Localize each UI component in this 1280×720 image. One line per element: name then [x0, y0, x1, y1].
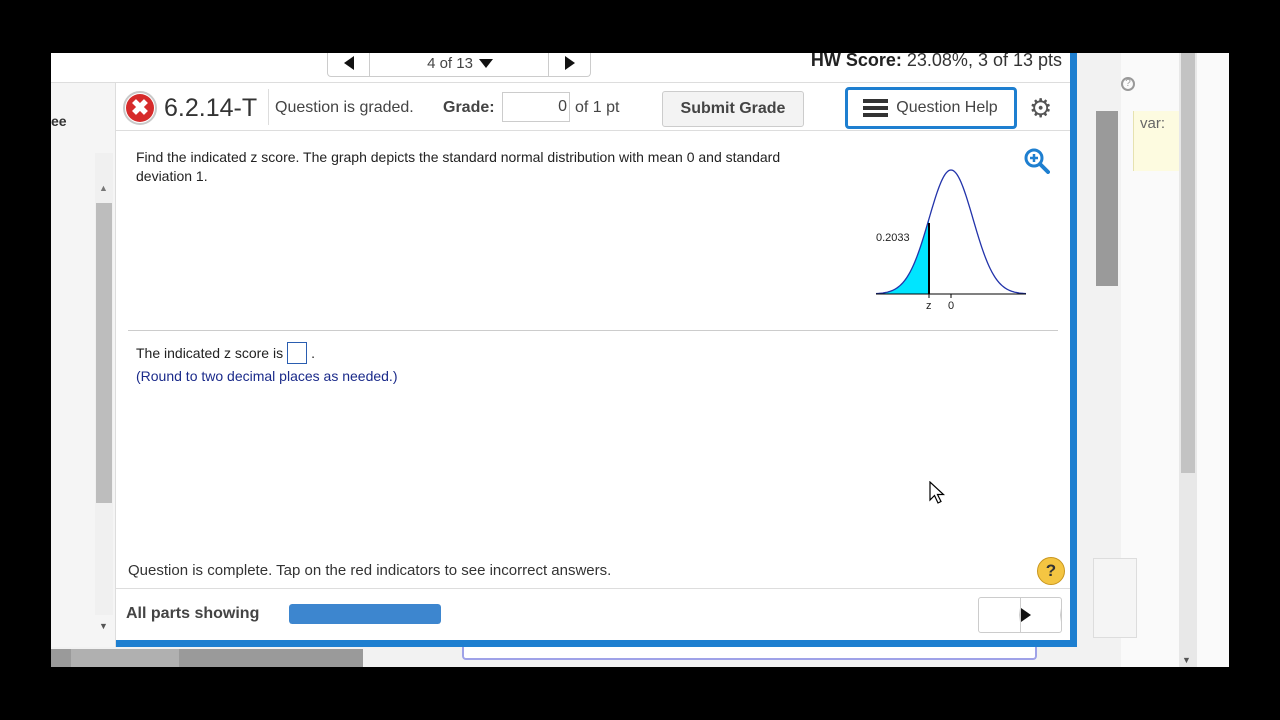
- grade-total: of 1 pt: [575, 99, 620, 116]
- grade-input[interactable]: 0: [502, 92, 570, 122]
- area-label: 0.2033: [876, 232, 910, 244]
- scroll-down-icon[interactable]: ▼: [1182, 655, 1191, 665]
- submit-grade-label: Submit Grade: [680, 100, 786, 117]
- parts-progress-bar: [289, 604, 441, 624]
- question-navigator: 4 of 13: [327, 53, 591, 77]
- divider: [268, 89, 269, 125]
- mouse-cursor-icon: [929, 481, 946, 504]
- incorrect-indicator[interactable]: ✖: [123, 91, 157, 125]
- page-scrollbar-thumb[interactable]: [1181, 53, 1195, 473]
- normal-distribution-graph: 0.2033 z 0: [875, 169, 1027, 312]
- question-id: 6.2.14-T: [164, 94, 258, 122]
- progress-fill: [289, 604, 441, 624]
- scroll-up-icon[interactable]: ▲: [99, 183, 108, 193]
- arrow-left-icon: [979, 608, 1020, 622]
- question-help-button[interactable]: Question Help: [845, 87, 1017, 129]
- hw-score: HW Score: 23.08%, 3 of 13 pts: [811, 53, 1062, 71]
- rounding-instruction: (Round to two decimal places as needed.): [136, 368, 398, 384]
- next-question-button[interactable]: [548, 53, 590, 77]
- left-fragment-text: ee: [51, 113, 67, 129]
- question-position: 4 of 13: [427, 54, 473, 72]
- question-position-dropdown[interactable]: 4 of 13: [370, 53, 550, 77]
- answer-line: The indicated z score is .: [136, 342, 315, 364]
- background-panel: [1096, 111, 1118, 286]
- prev-question-button[interactable]: [328, 53, 370, 77]
- arrow-left-icon: [343, 56, 354, 70]
- parts-showing-label: All parts showing: [126, 605, 260, 622]
- hw-score-label: HW Score:: [810, 53, 902, 70]
- z-label: z: [926, 300, 932, 312]
- background-help-icon: ?: [1121, 77, 1135, 91]
- completion-message: Question is complete. Tap on the red ind…: [128, 562, 612, 579]
- arrow-right-icon: [1020, 608, 1061, 622]
- question-nav-bar: 4 of 13 HW Score: 23.08%, 3 of 13 pts: [51, 53, 1070, 83]
- x-icon: ✖: [126, 94, 154, 122]
- question-help-label: Question Help: [896, 99, 998, 116]
- question-status: Question is graded.: [275, 99, 414, 116]
- background-var-text: var:: [1133, 111, 1183, 171]
- left-scrollbar-thumb[interactable]: [96, 203, 112, 503]
- hw-score-value: 23.08%, 3 of 13 pts: [906, 53, 1062, 70]
- submit-grade-button[interactable]: Submit Grade: [662, 91, 804, 127]
- background-bottom-bar-segment: [71, 649, 179, 667]
- question-header: ✖ 6.2.14-T Question is graded. Grade: 0 …: [116, 83, 1070, 131]
- question-footer: All parts showing: [116, 588, 1070, 640]
- question-body: Find the indicated z score. The graph de…: [116, 132, 1070, 602]
- help-icon[interactable]: ?: [1037, 557, 1065, 585]
- answer-suffix: .: [311, 345, 315, 361]
- z-score-input[interactable]: [287, 342, 308, 364]
- triangle-down-icon: [478, 58, 493, 68]
- grade-label: Grade:: [443, 99, 495, 116]
- list-icon: [863, 99, 889, 117]
- gear-icon[interactable]: ⚙: [1029, 95, 1052, 121]
- arrow-right-icon: [564, 56, 575, 70]
- next-part-button[interactable]: [1020, 598, 1061, 632]
- part-navigator: [978, 597, 1062, 633]
- prev-part-button[interactable]: [979, 598, 1021, 632]
- scroll-down-icon[interactable]: ▼: [99, 621, 108, 631]
- section-divider: [128, 330, 1058, 331]
- browser-viewport: var: ? ▼ 4 of 13 HW Score: 23.08%, 3 of …: [51, 53, 1229, 667]
- question-prompt: Find the indicated z score. The graph de…: [136, 149, 781, 184]
- background-box: [1093, 558, 1137, 638]
- answer-prefix: The indicated z score is: [136, 345, 284, 361]
- zero-label: 0: [948, 300, 954, 312]
- question-panel: 4 of 13 HW Score: 23.08%, 3 of 13 pts ee…: [51, 53, 1077, 647]
